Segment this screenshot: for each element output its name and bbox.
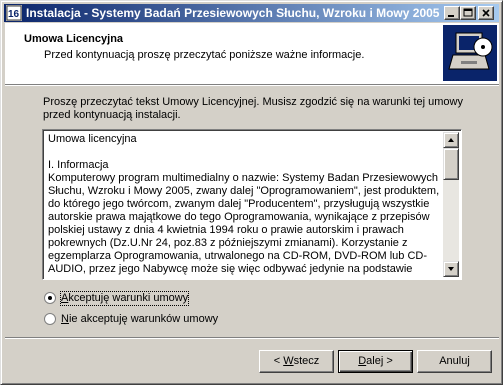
svg-text:16: 16	[8, 9, 20, 20]
header-divider	[5, 84, 499, 86]
scroll-down-arrow-icon	[448, 267, 454, 271]
scroll-up-arrow-icon	[448, 138, 454, 142]
scroll-down-button[interactable]	[443, 261, 459, 277]
license-textbox[interactable]: Umowa licencyjna I. Informacja Komputero…	[42, 129, 462, 280]
wizard-header: Umowa Licencyjna Przed kontynuacją prosz…	[5, 23, 499, 84]
page-title: Umowa Licencyjna	[24, 33, 124, 45]
setup-computer-icon	[443, 25, 497, 81]
installer-window: 16 Instalacja - Systemy Badań Przesiewow…	[0, 0, 503, 385]
back-button[interactable]: < Wstecz	[259, 350, 334, 373]
footer-divider	[5, 337, 499, 339]
radio-unselected-icon[interactable]	[44, 313, 56, 325]
radio-selected-icon[interactable]	[44, 292, 56, 304]
license-text: Umowa licencyjna I. Informacja Komputero…	[48, 133, 440, 275]
cancel-button[interactable]: Anuluj	[417, 350, 492, 373]
next-button[interactable]: Dalej >	[338, 350, 413, 373]
minimize-icon	[448, 15, 454, 17]
maximize-icon	[463, 8, 473, 17]
close-icon	[482, 9, 490, 17]
installer-app-icon: 16	[6, 5, 22, 21]
accept-label: Akceptuję warunki umowy	[59, 291, 190, 306]
instructions-text: Proszę przeczytać tekst Umowy Licencyjne…	[43, 96, 463, 121]
scroll-up-button[interactable]	[443, 132, 459, 148]
close-button[interactable]	[478, 6, 494, 20]
page-subtitle: Przed kontynuacją proszę przeczytać poni…	[44, 49, 365, 61]
window-title: Instalacja - Systemy Badań Przesiewowych…	[26, 6, 440, 20]
decline-label: Nie akceptuję warunków umowy	[61, 313, 219, 325]
minimize-button[interactable]	[444, 6, 460, 20]
scroll-thumb[interactable]	[443, 148, 459, 180]
maximize-button[interactable]	[460, 6, 476, 20]
vertical-scrollbar[interactable]	[443, 132, 459, 277]
title-bar[interactable]: 16 Instalacja - Systemy Badań Przesiewow…	[4, 4, 499, 22]
